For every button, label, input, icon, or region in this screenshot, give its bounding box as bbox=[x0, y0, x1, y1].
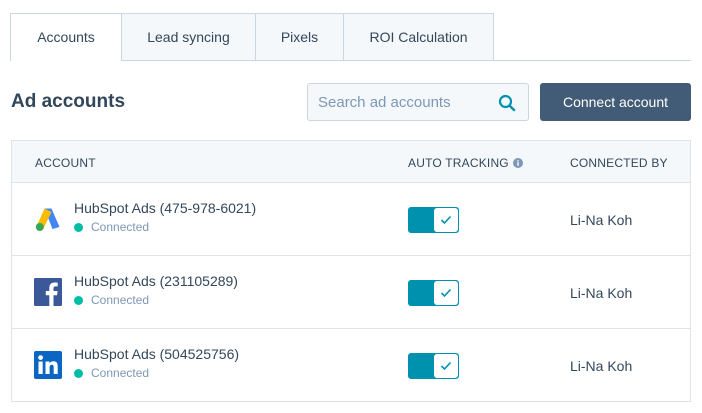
table-row: HubSpot Ads (231105289) Connected Li-Na … bbox=[12, 256, 690, 329]
ad-accounts-table: ACCOUNT AUTO TRACKING CONNECTED BY HubSp… bbox=[11, 140, 691, 402]
checkmark-icon bbox=[440, 361, 452, 371]
checkmark-icon bbox=[440, 215, 452, 225]
status-dot bbox=[74, 295, 83, 305]
google-ads-icon bbox=[35, 208, 60, 231]
status-label: Connected bbox=[91, 366, 150, 380]
column-header-auto-tracking-label: AUTO TRACKING bbox=[408, 156, 509, 170]
tab-bar: Accounts Lead syncing Pixels ROI Calcula… bbox=[10, 13, 494, 61]
column-header-auto-tracking: AUTO TRACKING bbox=[408, 156, 523, 170]
tab-lead-syncing[interactable]: Lead syncing bbox=[122, 13, 256, 61]
search-icon[interactable] bbox=[498, 94, 516, 112]
tab-accounts[interactable]: Accounts bbox=[10, 13, 122, 61]
linkedin-icon bbox=[34, 351, 62, 379]
auto-tracking-toggle[interactable] bbox=[408, 280, 459, 306]
page-title: Ad accounts bbox=[11, 91, 126, 112]
auto-tracking-toggle[interactable] bbox=[408, 353, 459, 379]
tab-roi-calculation[interactable]: ROI Calculation bbox=[344, 13, 494, 61]
connect-account-button[interactable]: Connect account bbox=[540, 83, 691, 121]
account-name[interactable]: HubSpot Ads (475-978-6021) bbox=[74, 200, 256, 216]
status-dot bbox=[74, 368, 83, 378]
info-icon[interactable] bbox=[512, 158, 523, 168]
search-box bbox=[307, 83, 529, 121]
checkmark-icon bbox=[440, 288, 452, 298]
table-row: HubSpot Ads (504525756) Connected Li-Na … bbox=[12, 329, 690, 402]
column-header-connected-by[interactable]: CONNECTED BY bbox=[570, 156, 668, 170]
connected-by: Li-Na Koh bbox=[570, 212, 633, 228]
connected-by: Li-Na Koh bbox=[570, 285, 633, 301]
status-badge: Connected bbox=[74, 293, 149, 307]
column-header-account[interactable]: ACCOUNT bbox=[35, 156, 96, 170]
search-input[interactable] bbox=[308, 84, 488, 120]
account-name[interactable]: HubSpot Ads (231105289) bbox=[74, 273, 238, 289]
status-badge: Connected bbox=[74, 366, 149, 380]
table-header: ACCOUNT AUTO TRACKING CONNECTED BY bbox=[12, 141, 690, 183]
account-name[interactable]: HubSpot Ads (504525756) bbox=[74, 346, 239, 362]
facebook-icon bbox=[34, 278, 62, 306]
status-badge: Connected bbox=[74, 220, 149, 234]
status-dot bbox=[74, 222, 83, 232]
connected-by: Li-Na Koh bbox=[570, 358, 633, 374]
table-row: HubSpot Ads (475-978-6021) Connected Li-… bbox=[12, 183, 690, 256]
auto-tracking-toggle[interactable] bbox=[408, 207, 459, 233]
tab-pixels[interactable]: Pixels bbox=[256, 13, 344, 61]
status-label: Connected bbox=[91, 293, 150, 307]
status-label: Connected bbox=[91, 220, 150, 234]
